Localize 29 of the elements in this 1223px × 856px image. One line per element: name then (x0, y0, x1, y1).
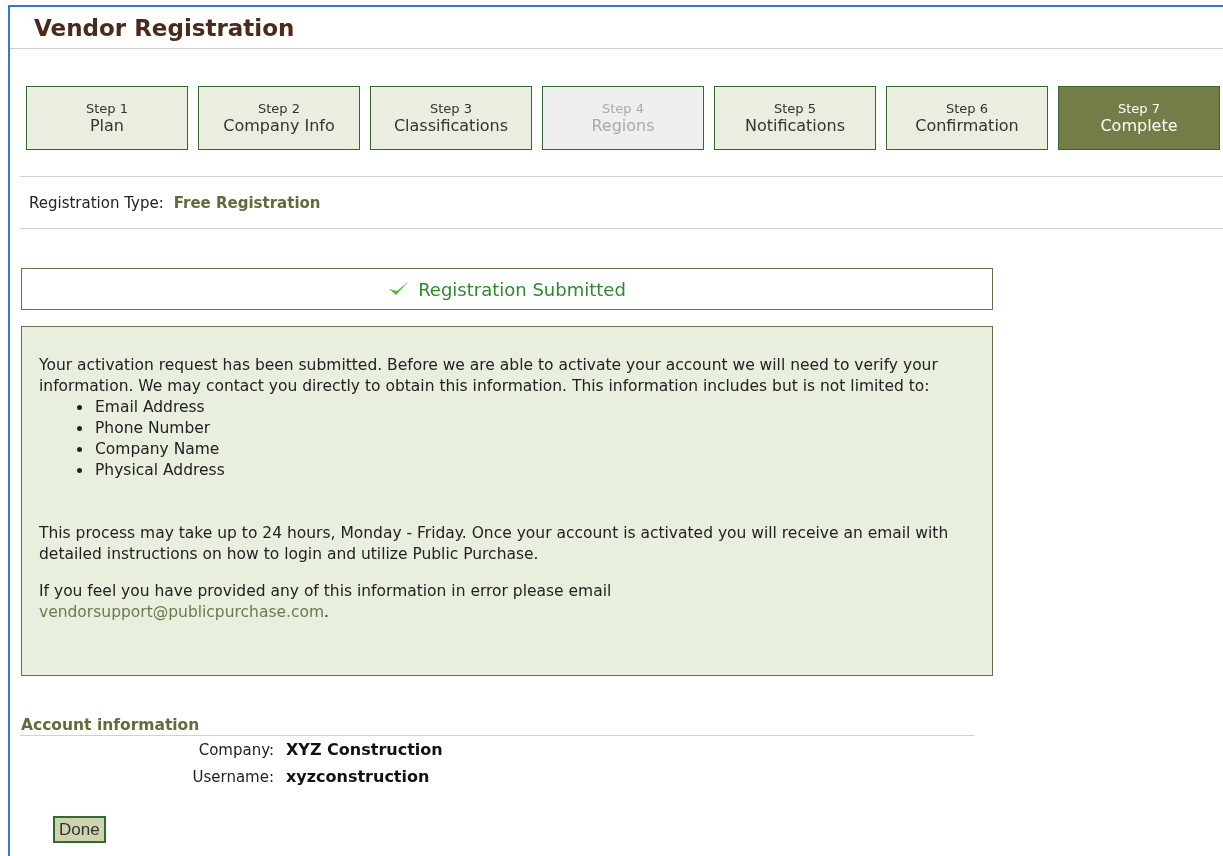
registration-type-value: Free Registration (173, 193, 321, 212)
error-note: If you feel you have provided any of this information in error please email vendorsupport@publicpurchase.com. (39, 581, 613, 623)
bullet-icon (77, 468, 82, 473)
process-text: This process may take up to 24 hours, Monday - Friday. Once your account is activated you will receive an email with detailed instructions on how to login and utilize Public Purchase. (39, 523, 950, 565)
step-tab[interactable]: Step 2 Company Info (198, 86, 360, 150)
field-value: XYZ Construction (286, 740, 444, 759)
status-title: Registration Submitted (418, 278, 626, 300)
list-item: Email Address (95, 397, 205, 418)
checkmark-icon (388, 280, 411, 298)
registration-type-label: Registration Type: (29, 193, 164, 212)
list-item: Physical Address (95, 460, 225, 481)
field-label: Company: (197, 740, 274, 759)
step-tab[interactable]: Step 7 Complete (1058, 86, 1220, 150)
list-item: Phone Number (95, 418, 211, 439)
list-item: Company Name (95, 439, 220, 460)
field-value: xyzconstruction (286, 767, 431, 786)
step-tab[interactable]: Step 6 Confirmation (886, 86, 1048, 150)
bullet-icon (77, 405, 82, 410)
field-label: Username: (191, 767, 274, 786)
step-tab[interactable]: Step 5 Notifications (714, 86, 876, 150)
page-title: Vendor Registration (34, 14, 295, 41)
bullet-icon (77, 447, 82, 452)
email-link[interactable]: vendorsupport@publicpurchase.com (39, 603, 325, 621)
done-button[interactable]: Done (53, 816, 106, 843)
step-tab[interactable]: Step 3 Classifications (370, 86, 532, 150)
intro-text: Your activation request has been submitted. Before we are able to activate your account we will need to verify your information. We may contact you directly to obtain this information. This information includes but is not limited to: (39, 355, 939, 397)
bullet-icon (77, 426, 82, 431)
step-tab[interactable]: Step 1 Plan (26, 86, 188, 150)
section-title: Account information (21, 716, 201, 735)
